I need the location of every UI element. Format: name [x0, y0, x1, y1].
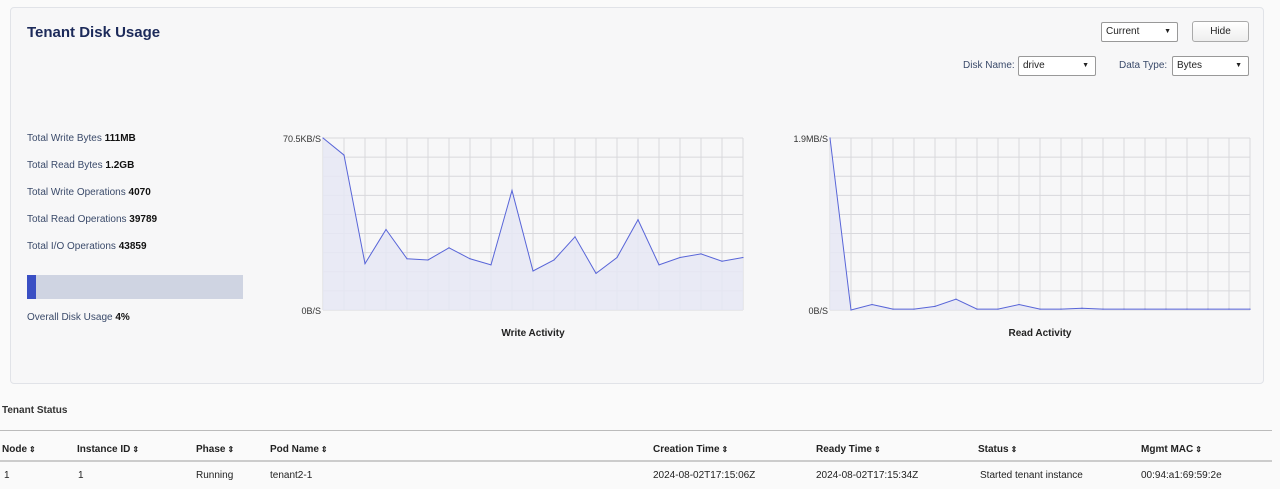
chevron-down-icon: ▼ [1235, 62, 1242, 69]
table-cell-mgmt-mac: 00:94:a1:69:59:2e [1141, 470, 1222, 481]
column-header-instance-id[interactable]: Instance ID ⇕ [77, 444, 139, 455]
data-point [658, 264, 660, 266]
disk-name-value: drive [1023, 60, 1045, 71]
stat-total-read-operations: Total Read Operations 39789 [27, 214, 158, 225]
disk-usage-bar [27, 275, 243, 299]
data-point [913, 308, 915, 310]
chevron-down-icon: ▼ [1164, 28, 1171, 35]
data-point [532, 270, 534, 272]
sort-icon: ⇕ [873, 445, 881, 454]
data-point [553, 259, 555, 261]
data-type-select[interactable]: Bytes ▼ [1172, 56, 1249, 76]
data-type-label: Data Type: [1119, 60, 1168, 71]
divider [0, 430, 1272, 431]
sort-icon: ⇕ [29, 445, 36, 454]
stat-total-io-operations: Total I/O Operations 43859 [27, 241, 147, 252]
data-point [1165, 308, 1167, 310]
write-activity-title: Write Activity [501, 328, 565, 339]
data-point [934, 305, 936, 307]
table-cell-instance-id: 1 [78, 470, 84, 481]
column-header-phase[interactable]: Phase ⇕ [196, 444, 234, 455]
data-point [469, 258, 471, 260]
column-header-node[interactable]: Node ⇕ [2, 444, 36, 455]
data-point [1123, 308, 1125, 310]
sort-icon: ⇕ [320, 445, 328, 454]
data-point [427, 259, 429, 261]
data-point [637, 219, 639, 221]
data-point [448, 247, 450, 249]
data-point [1102, 308, 1104, 310]
sort-icon: ⇕ [721, 445, 729, 454]
data-point [955, 298, 957, 300]
write-activity-plot [322, 137, 744, 311]
data-point [406, 258, 408, 260]
data-point [997, 308, 999, 310]
data-point [1144, 308, 1146, 310]
stat-total-write-operations: Total Write Operations 4070 [27, 187, 151, 198]
sort-icon: ⇕ [1195, 445, 1202, 454]
data-point [850, 309, 852, 311]
data-point [976, 308, 978, 310]
write-activity-chart: 70.5KB/S 0B/S Write Activity [261, 130, 751, 350]
data-point [679, 256, 681, 259]
stat-total-read-bytes: Total Read Bytes 1.2GB [27, 160, 135, 171]
stat-total-write-bytes: Total Write Bytes 111MB [27, 133, 136, 144]
time-range-value: Current [1106, 26, 1140, 37]
data-point [1249, 308, 1251, 310]
data-type-value: Bytes [1177, 60, 1203, 71]
disk-usage-panel: Tenant Disk Usage Current ▼ Hide Disk Na… [10, 7, 1264, 384]
data-point [721, 260, 723, 262]
overall-disk-usage: Overall Disk Usage 4% [27, 312, 130, 323]
column-header-mgmt-mac[interactable]: Mgmt MAC ⇕ [1141, 444, 1202, 455]
chevron-down-icon: ▼ [1082, 62, 1089, 69]
header-divider [0, 460, 1272, 462]
data-point [1228, 308, 1230, 310]
data-point [742, 256, 744, 259]
disk-usage-fill [27, 275, 36, 299]
disk-name-label: Disk Name: [963, 60, 1015, 71]
data-point [322, 137, 324, 139]
column-header-ready-time[interactable]: Ready Time ⇕ [816, 444, 881, 455]
data-point [829, 137, 831, 139]
panel-title: Tenant Disk Usage [27, 24, 161, 41]
data-point [892, 308, 894, 310]
sort-icon: ⇕ [227, 445, 235, 454]
data-point [871, 303, 873, 306]
data-point [385, 228, 387, 231]
table-cell-pod-name: tenant2-1 [270, 470, 313, 481]
data-point [1081, 307, 1083, 309]
column-header-status[interactable]: Status ⇕ [978, 444, 1017, 455]
time-range-select[interactable]: Current ▼ [1101, 22, 1178, 42]
data-point [1018, 303, 1020, 306]
sort-icon: ⇕ [1010, 445, 1018, 454]
data-point [1060, 308, 1062, 310]
sort-icon: ⇕ [132, 445, 140, 454]
data-point [700, 253, 702, 255]
data-point [364, 263, 366, 265]
table-cell-phase: Running [196, 470, 234, 481]
data-point [574, 236, 576, 238]
table-cell-status: Started tenant instance [980, 470, 1083, 481]
data-point [511, 189, 513, 192]
data-point [616, 256, 618, 259]
table-cell-creation-time: 2024-08-02T17:15:06Z [653, 470, 756, 481]
data-point [595, 272, 597, 275]
table-cell-node: 1 [4, 470, 10, 481]
disk-name-select[interactable]: drive ▼ [1018, 56, 1096, 76]
data-point [490, 264, 492, 266]
data-point [1207, 308, 1209, 310]
column-header-pod-name[interactable]: Pod Name ⇕ [270, 444, 328, 455]
table-cell-ready-time: 2024-08-02T17:15:34Z [816, 470, 919, 481]
data-point [343, 154, 345, 156]
column-header-creation-time[interactable]: Creation Time ⇕ [653, 444, 728, 455]
read-activity-plot [829, 137, 1251, 311]
tenant-status-title: Tenant Status [2, 405, 68, 416]
data-point [1186, 308, 1188, 310]
data-point [1039, 308, 1041, 310]
hide-button[interactable]: Hide [1192, 21, 1249, 42]
read-activity-chart: 1.9MB/S 0B/S Read Activity [768, 130, 1258, 350]
read-activity-title: Read Activity [1008, 328, 1072, 339]
